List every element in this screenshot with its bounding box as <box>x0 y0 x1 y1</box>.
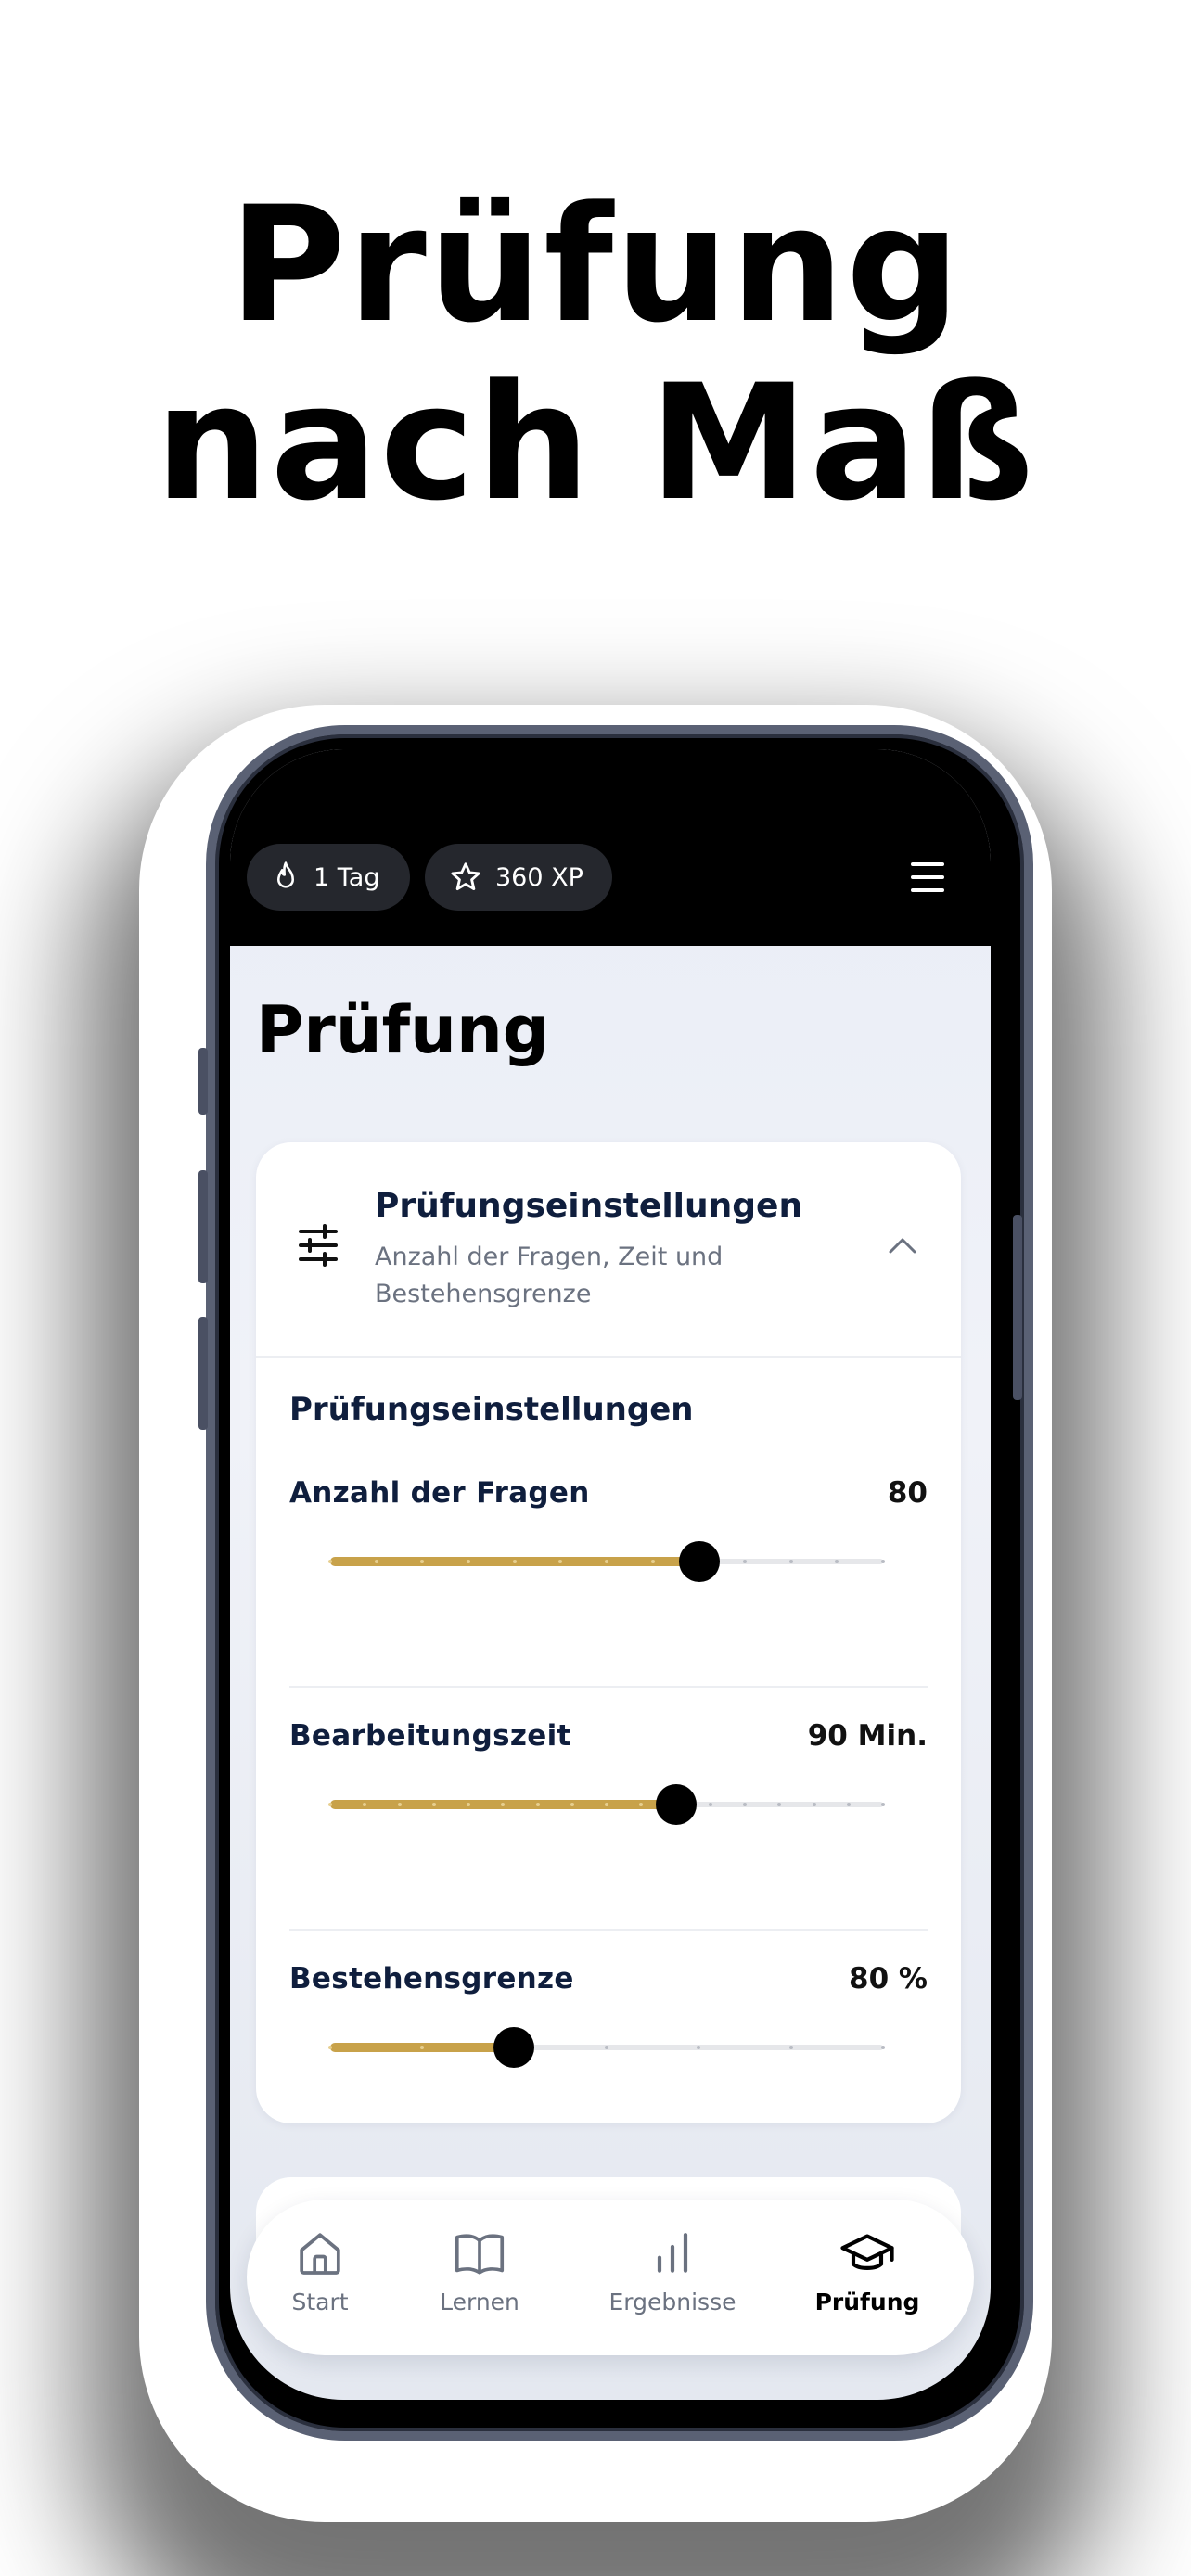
tab-ergebnisse[interactable]: Ergebnisse <box>603 2224 742 2335</box>
slider-tick <box>650 1560 655 1563</box>
tab-pruefung[interactable]: Prüfung <box>798 2224 937 2335</box>
streak-badge[interactable]: 1 Tag <box>247 844 410 911</box>
book-icon <box>455 2234 505 2275</box>
slider-tick <box>535 1803 540 1806</box>
slider-tick <box>397 1803 402 1806</box>
slider-tick <box>788 1560 793 1563</box>
slider-tick <box>881 2046 885 2049</box>
slider-tick <box>328 1560 332 1563</box>
sliders-icon <box>299 1224 338 1267</box>
exam-settings-title: Prüfungseinstellungen <box>375 1187 803 1225</box>
slider-thumb[interactable] <box>678 1541 720 1582</box>
volume-up-button <box>198 1170 208 1283</box>
question-count-setting: Anzahl der Fragen 80 <box>289 1476 928 1643</box>
slider-tick <box>846 1803 851 1806</box>
flame-icon <box>277 861 294 888</box>
graduation-cap-icon <box>840 2234 894 2270</box>
slider-tick <box>881 1803 885 1806</box>
slider-tick <box>431 1803 436 1806</box>
dynamic-island <box>499 768 722 823</box>
tab-bar: Start Lernen Ergebnisse Prüfung <box>247 2200 974 2355</box>
action-button <box>198 1048 208 1115</box>
slider-tick <box>605 1803 608 1806</box>
exam-settings-subtitle: Anzahl der Fragen, Zeit und Bestehensgre… <box>375 1243 724 1308</box>
slider-tick <box>374 1560 378 1563</box>
page-title: Prüfung <box>256 992 549 1068</box>
top-bar: 1 Tag 360 XP <box>230 749 991 946</box>
pass-threshold-value: 80 % <box>849 1962 928 1996</box>
slider-thumb[interactable] <box>655 1784 697 1825</box>
slider-tick <box>467 1803 470 1806</box>
divider <box>289 1686 928 1688</box>
star-icon <box>451 862 480 891</box>
exam-settings-card: Prüfungseinstellungen Anzahl der Fragen,… <box>256 1142 961 2123</box>
question-count-label: Anzahl der Fragen <box>289 1476 590 1510</box>
headline-line-2: nach Maß <box>155 350 1036 536</box>
pass-threshold-setting: Bestehensgrenze 80 % <box>289 1962 928 2129</box>
slider-tick <box>788 2046 793 2049</box>
section-title: Prüfungseinstellungen <box>289 1391 694 1428</box>
slider-tick <box>881 1560 885 1563</box>
tab-start-label: Start <box>291 2289 349 2315</box>
time-limit-slider[interactable] <box>328 1784 885 1825</box>
question-count-slider[interactable] <box>328 1541 885 1582</box>
slider-tick <box>605 2046 608 2049</box>
time-limit-label: Bearbeitungszeit <box>289 1719 571 1753</box>
headline-line-1: Prüfung <box>228 172 963 358</box>
time-limit-setting: Bearbeitungszeit 90 Min. <box>289 1719 928 1886</box>
home-icon <box>300 2233 340 2275</box>
question-count-value: 80 <box>887 1476 928 1510</box>
xp-badge[interactable]: 360 XP <box>425 844 612 911</box>
slider-tick <box>743 1803 747 1806</box>
slider-tick <box>328 1803 332 1806</box>
headline: Prüfung nach Maß <box>0 176 1191 532</box>
tab-lernen[interactable]: Lernen <box>410 2224 549 2335</box>
slider-thumb[interactable] <box>493 2027 535 2068</box>
chevron-up-icon[interactable] <box>887 1235 918 1256</box>
xp-label: 360 XP <box>495 862 583 892</box>
streak-label: 1 Tag <box>314 862 380 892</box>
hamburger-menu-icon[interactable] <box>907 857 948 898</box>
slider-tick <box>743 1560 747 1563</box>
tab-ergebnisse-label: Ergebnisse <box>608 2289 736 2315</box>
time-limit-value: 90 Min. <box>807 1719 928 1753</box>
pass-threshold-slider[interactable] <box>328 2027 885 2068</box>
slider-tick <box>328 2046 332 2049</box>
exam-settings-header[interactable]: Prüfungseinstellungen Anzahl der Fragen,… <box>256 1142 961 1358</box>
slider-tick <box>605 1560 608 1563</box>
bar-chart-icon <box>657 2233 688 2273</box>
slider-tick <box>570 1803 574 1806</box>
power-button <box>1013 1215 1022 1400</box>
tab-start[interactable]: Start <box>250 2224 390 2335</box>
slider-tick <box>708 1803 712 1806</box>
pass-threshold-label: Bestehensgrenze <box>289 1962 574 1996</box>
tab-pruefung-label: Prüfung <box>814 2289 920 2315</box>
phone-screen: 1 Tag 360 XP Prüfung Prüfungseinstellung… <box>230 749 991 2400</box>
divider <box>289 1929 928 1931</box>
volume-down-button <box>198 1317 208 1430</box>
slider-tick <box>812 1803 816 1806</box>
tab-lernen-label: Lernen <box>440 2289 519 2315</box>
slider-tick <box>512 1560 517 1563</box>
slider-tick <box>467 1560 470 1563</box>
